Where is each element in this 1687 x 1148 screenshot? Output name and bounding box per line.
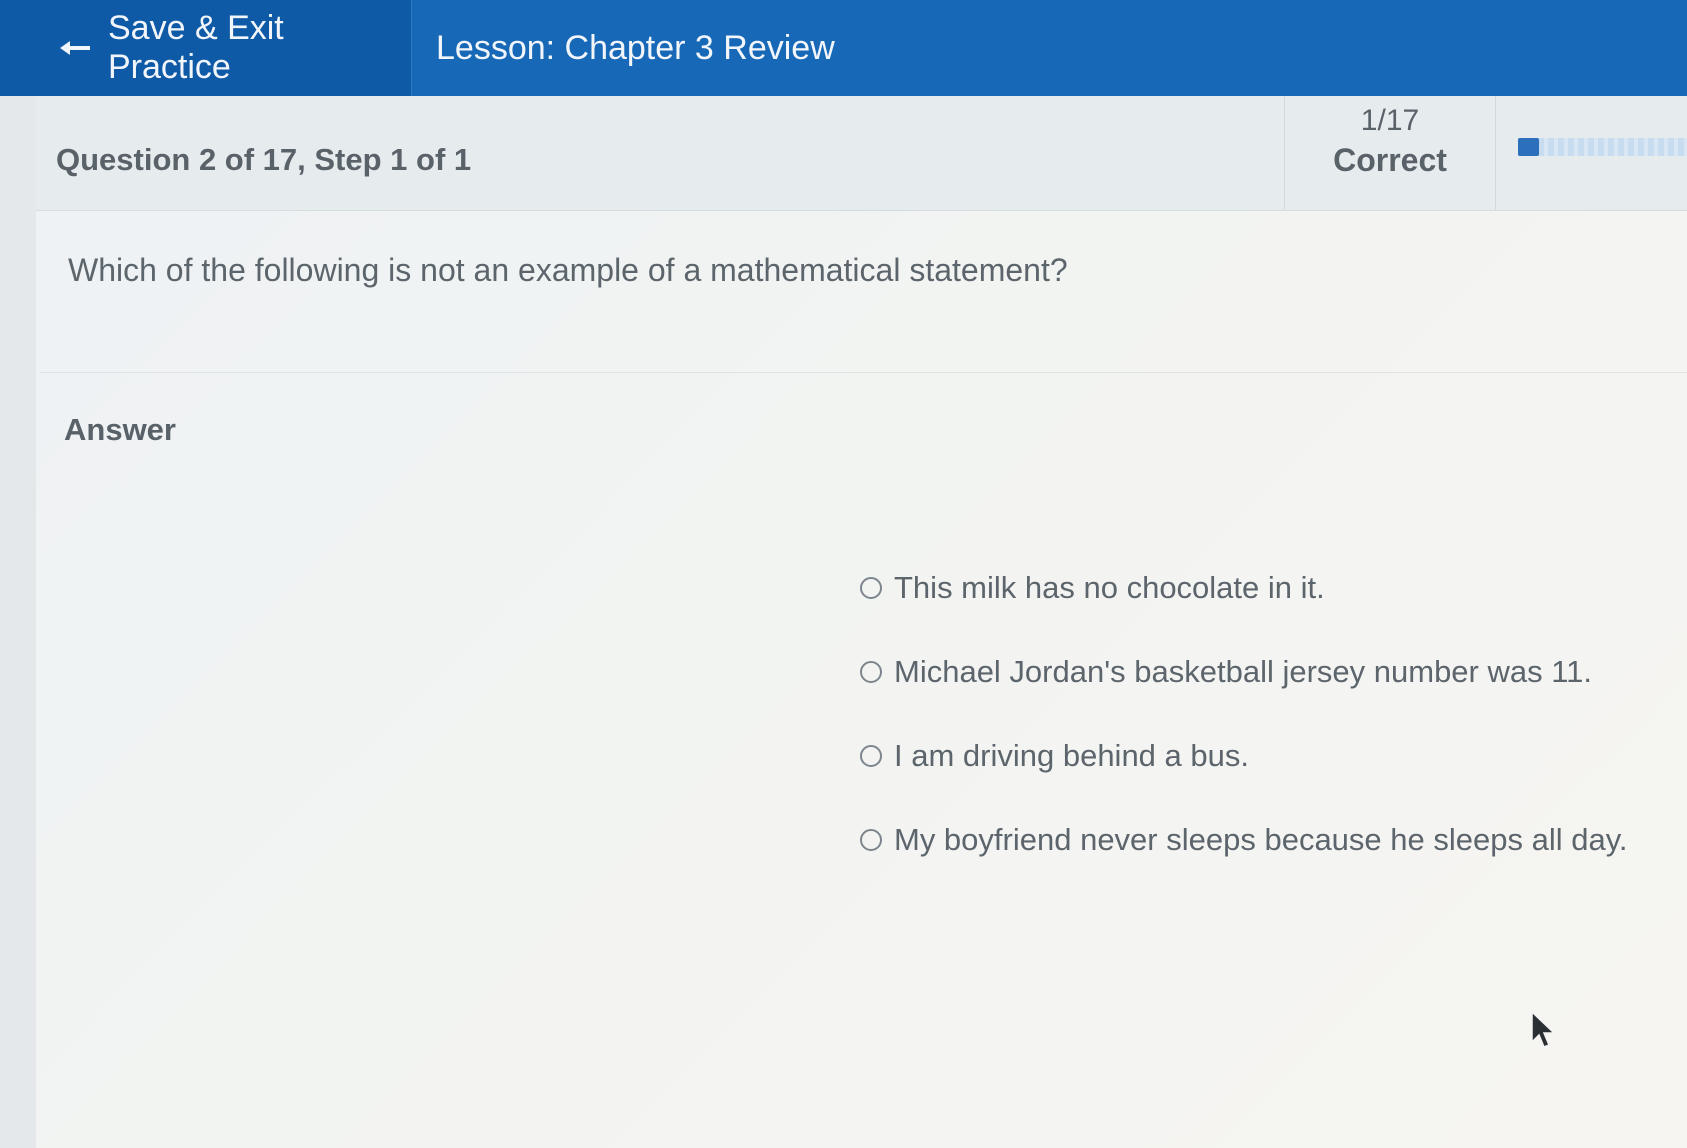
answer-option-2[interactable]: Michael Jordan's basketball jersey numbe… bbox=[860, 652, 1680, 692]
answer-label: Answer bbox=[64, 412, 176, 447]
question-meta: Question 2 of 17, Step 1 of 1 bbox=[56, 142, 472, 177]
answer-option-4[interactable]: My boyfriend never sleeps because he sle… bbox=[860, 820, 1680, 860]
score-label: Correct bbox=[1333, 142, 1447, 178]
save-exit-button[interactable]: Save & Exit Practice bbox=[0, 0, 412, 96]
score-fraction: 1/17 bbox=[1360, 104, 1420, 137]
radio-button[interactable] bbox=[860, 829, 882, 851]
answer-option-1[interactable]: This milk has no chocolate in it. bbox=[860, 568, 1680, 608]
divider bbox=[40, 372, 1687, 373]
mouse-cursor-icon bbox=[1530, 1010, 1558, 1055]
answer-option-text: My boyfriend never sleeps because he sle… bbox=[894, 822, 1628, 857]
answer-option-text: This milk has no chocolate in it. bbox=[894, 570, 1325, 605]
score-box: 1/17 Correct bbox=[1284, 96, 1496, 210]
left-gutter bbox=[0, 96, 36, 1148]
question-text: Which of the following is not an example… bbox=[68, 252, 1068, 288]
answer-option-text: I am driving behind a bus. bbox=[894, 738, 1249, 773]
lesson-title: Lesson: Chapter 3 Review bbox=[436, 28, 835, 67]
answer-option-3[interactable]: I am driving behind a bus. bbox=[860, 736, 1680, 776]
save-exit-label: Save & Exit Practice bbox=[108, 9, 284, 86]
radio-button[interactable] bbox=[860, 745, 882, 767]
progress-bar bbox=[1518, 138, 1687, 156]
radio-button[interactable] bbox=[860, 577, 882, 599]
arrow-left-icon bbox=[58, 38, 92, 58]
radio-button[interactable] bbox=[860, 661, 882, 683]
answer-options: This milk has no chocolate in it. Michae… bbox=[860, 568, 1680, 904]
progress-fill bbox=[1518, 138, 1540, 156]
top-bar: Save & Exit Practice Lesson: Chapter 3 R… bbox=[0, 0, 1687, 96]
answer-option-text: Michael Jordan's basketball jersey numbe… bbox=[894, 654, 1593, 689]
